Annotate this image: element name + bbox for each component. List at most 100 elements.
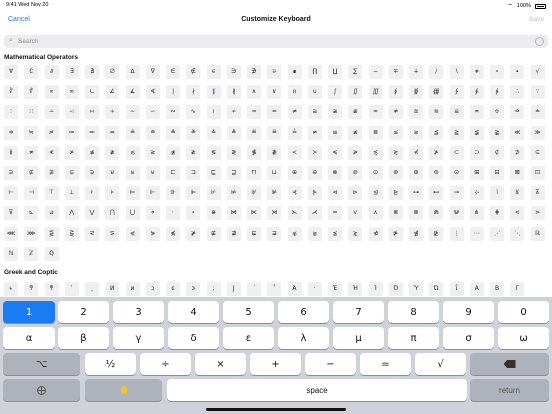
symbol-cell[interactable]: ⋙ xyxy=(24,226,39,241)
symbol-cell[interactable]: ⊤ xyxy=(44,186,59,201)
key-beta[interactable]: β xyxy=(58,327,109,349)
symbol-cell[interactable]: ⋧ xyxy=(307,226,322,241)
symbol-cell[interactable]: ⋂ xyxy=(105,206,120,221)
symbol-cell[interactable]: ∟ xyxy=(85,85,99,100)
symbol-cell[interactable]: ∄ xyxy=(85,65,99,79)
symbol-cell[interactable]: ∭ xyxy=(368,85,383,100)
symbol-cell[interactable]: ⊡ xyxy=(530,166,545,180)
symbol-cell[interactable]: ≨ xyxy=(469,125,484,140)
symbol-cell[interactable]: ∩ xyxy=(287,85,302,100)
symbol-cell[interactable]: ∢ xyxy=(145,85,160,100)
key-sqrt[interactable]: √ xyxy=(415,353,466,375)
symbol-cell[interactable]: ≖ xyxy=(105,125,120,140)
symbol-cell[interactable]: ∵ xyxy=(530,85,545,100)
symbol-cell[interactable]: ⋅ xyxy=(166,206,180,221)
symbol-cell[interactable]: ≡ xyxy=(328,125,342,140)
symbol-cell[interactable]: ∦ xyxy=(226,85,241,100)
symbol-cell[interactable]: ∀ xyxy=(4,65,18,79)
symbol-cell[interactable]: ͱ xyxy=(4,282,18,296)
symbol-cell[interactable]: Ύ xyxy=(409,282,423,296)
symbol-cell[interactable]: ⊕ xyxy=(287,166,302,180)
clear-icon[interactable] xyxy=(535,37,544,46)
symbol-cell[interactable]: ͷ xyxy=(125,282,140,296)
symbol-cell[interactable]: ≕ xyxy=(85,125,99,140)
symbol-cell[interactable]: ⋉ xyxy=(247,206,261,221)
symbol-cell[interactable]: ⋯ xyxy=(469,226,484,241)
symbol-cell[interactable]: ≍ xyxy=(469,105,484,120)
symbol-cell[interactable]: ≎ xyxy=(490,105,504,120)
symbol-cell[interactable]: ⊲ xyxy=(328,186,342,201)
symbol-cell[interactable]: ⋰ xyxy=(490,226,504,241)
symbol-cell[interactable]: ⋪ xyxy=(368,226,383,241)
symbol-cell[interactable]: ∆ xyxy=(125,65,140,79)
space-key[interactable]: space xyxy=(167,379,467,401)
symbol-cell[interactable]: ∹ xyxy=(64,105,79,120)
symbol-cell[interactable]: ≗ xyxy=(125,125,140,140)
symbol-cell[interactable]: ⋱ xyxy=(510,226,525,241)
symbol-cell[interactable]: ≐ xyxy=(530,105,545,120)
symbol-cell[interactable]: ⊁ xyxy=(429,145,444,160)
symbol-cell[interactable]: ∕ xyxy=(429,65,444,79)
symbol-cell[interactable]: ⊓ xyxy=(247,166,261,180)
symbol-cell[interactable]: ∈ xyxy=(166,65,180,79)
symbol-cell[interactable]: ⊒ xyxy=(226,166,241,180)
symbol-cell[interactable]: ≣ xyxy=(368,125,383,140)
symbol-cell[interactable]: ⊇ xyxy=(4,166,18,180)
symbol-cell[interactable]: ⊀ xyxy=(409,145,423,160)
symbol-cell[interactable]: ∍ xyxy=(267,65,282,79)
symbol-cell[interactable]: ∱ xyxy=(449,85,464,100)
symbol-cell[interactable]: ≴ xyxy=(166,145,180,160)
symbol-cell[interactable]: ⋎ xyxy=(348,206,363,221)
symbol-cell[interactable]: ⊖ xyxy=(307,166,322,180)
symbol-cell[interactable]: ∷ xyxy=(24,105,39,120)
symbol-cell[interactable]: ∂ xyxy=(44,65,59,79)
key-lambda[interactable]: λ xyxy=(278,327,329,349)
symbol-cell[interactable]: ⋄ xyxy=(145,206,160,221)
symbol-cell[interactable]: ∛ xyxy=(4,85,18,100)
symbol-cell[interactable]: ⋖ xyxy=(510,206,525,221)
symbol-cell[interactable]: ⋜ xyxy=(85,226,99,241)
symbol-cell[interactable]: ≃ xyxy=(267,105,282,120)
symbol-cell[interactable]: ⋡ xyxy=(186,226,201,241)
symbol-cell[interactable]: ≙ xyxy=(166,125,180,140)
symbol-cell[interactable]: ≸ xyxy=(247,145,261,160)
symbol-cell[interactable]: ͵ xyxy=(85,282,99,296)
symbol-cell[interactable]: ⊹ xyxy=(469,186,484,201)
symbol-cell[interactable]: ⊬ xyxy=(206,186,221,201)
symbol-cell[interactable]: ℝ xyxy=(530,226,545,241)
symbol-cell[interactable]: ͻ xyxy=(145,282,160,296)
symbol-cell[interactable]: ∳ xyxy=(490,85,504,100)
symbol-cell[interactable]: ∝ xyxy=(44,85,59,100)
symbol-cell[interactable]: ∤ xyxy=(186,85,201,100)
symbol-cell[interactable]: ⋋ xyxy=(287,206,302,221)
symbol-cell[interactable]: ⊣ xyxy=(24,186,39,201)
symbol-cell[interactable]: ⊗ xyxy=(328,166,342,180)
symbol-cell[interactable]: ≇ xyxy=(348,105,363,120)
symbol-cell[interactable]: ≂ xyxy=(247,105,261,120)
key-minus[interactable]: − xyxy=(305,353,356,375)
symbol-cell[interactable]: ∑ xyxy=(348,65,363,79)
symbol-cell[interactable]: ≠ xyxy=(307,125,322,140)
symbol-cell[interactable]: ⊷ xyxy=(429,186,444,201)
symbol-cell[interactable]: ⋀ xyxy=(64,206,79,221)
symbol-cell[interactable]: ≄ xyxy=(287,105,302,120)
symbol-cell[interactable]: ⋭ xyxy=(429,226,444,241)
key-3[interactable]: 3 xyxy=(113,301,164,323)
key-half[interactable]: ½ xyxy=(85,353,136,375)
symbol-cell[interactable]: ∮ xyxy=(388,85,403,100)
symbol-cell[interactable]: ∽ xyxy=(145,105,160,120)
symbol-cell[interactable]: ≱ xyxy=(105,145,120,160)
symbol-cell[interactable]: ≯ xyxy=(64,145,79,160)
symbol-cell[interactable]: ⊭ xyxy=(226,186,241,201)
symbol-cell[interactable]: ∫ xyxy=(328,85,342,100)
symbol-cell[interactable]: ≛ xyxy=(206,125,221,140)
symbol-cell[interactable]: ⋊ xyxy=(267,206,282,221)
symbol-cell[interactable]: ∧ xyxy=(247,85,261,100)
symbol-cell[interactable]: ⊫ xyxy=(186,186,201,201)
symbol-cell[interactable]: ℤ xyxy=(24,246,39,261)
symbol-cell[interactable]: ∏ xyxy=(307,65,322,79)
symbol-cell[interactable]: ⊱ xyxy=(307,186,322,201)
symbol-cell[interactable]: ⋫ xyxy=(388,226,403,241)
search-bar[interactable]: ⌕ xyxy=(4,35,548,48)
symbol-cell[interactable]: ∜ xyxy=(24,85,39,100)
